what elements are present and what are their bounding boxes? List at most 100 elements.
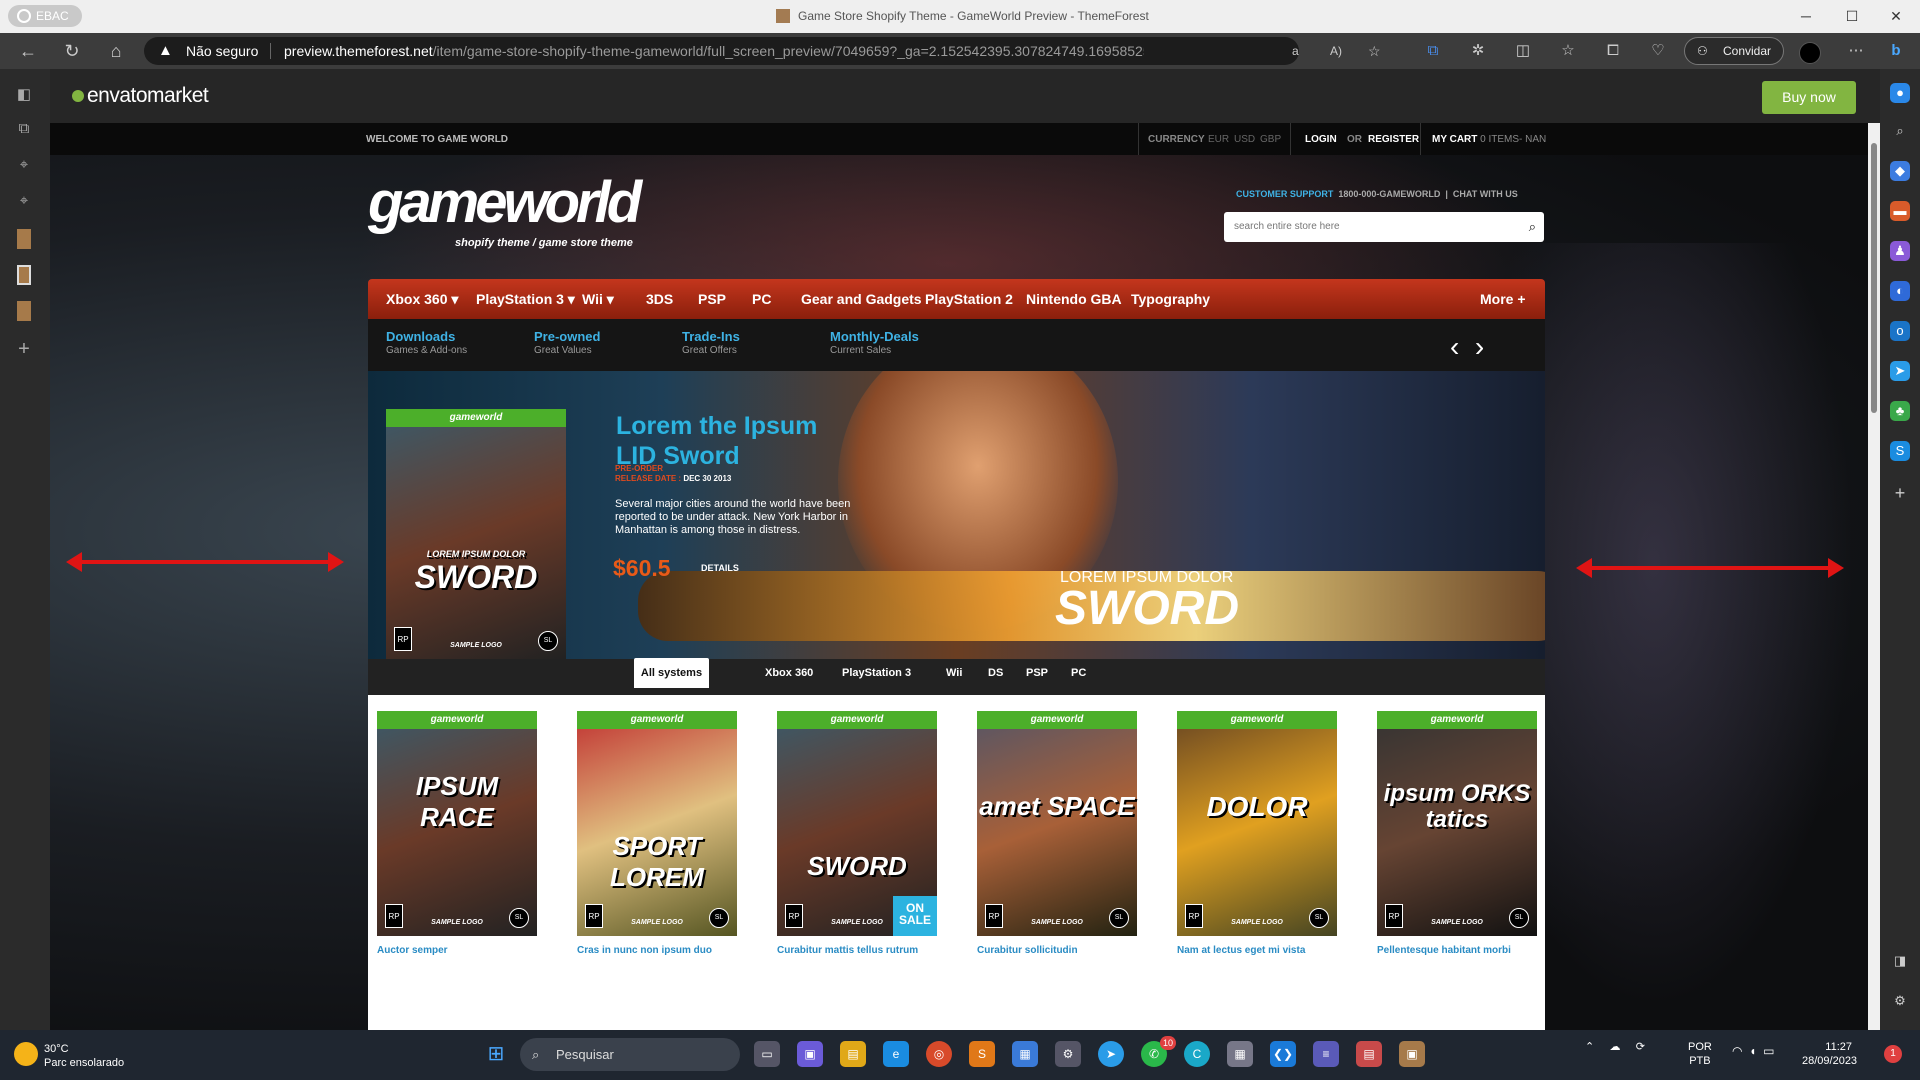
telegram-icon[interactable]: ➤ bbox=[1098, 1041, 1124, 1067]
tab-pc[interactable]: PC bbox=[1071, 667, 1086, 679]
close-icon[interactable]: ✕ bbox=[1876, 4, 1916, 28]
product-title[interactable]: Curabitur sollicitudin bbox=[977, 945, 1137, 956]
subnav-downloads[interactable]: Downloads Games & Add-ons bbox=[386, 329, 467, 356]
hero-box-art[interactable]: gameworld LOREM IPSUM DOLOR SWORD RP SAM… bbox=[386, 409, 566, 659]
chrome-icon[interactable]: ◎ bbox=[926, 1041, 952, 1067]
home-icon[interactable]: ⌂ bbox=[102, 38, 130, 64]
search-icon[interactable]: ⌕ bbox=[1890, 121, 1910, 141]
sidebar-settings-icon[interactable]: ⚙ bbox=[1890, 991, 1910, 1011]
nav-psp[interactable]: PSP bbox=[698, 291, 726, 307]
minimize-icon[interactable]: ─ bbox=[1786, 4, 1826, 28]
product-title[interactable]: Pellentesque habitant morbi bbox=[1377, 945, 1537, 956]
login-link[interactable]: LOGIN bbox=[1305, 134, 1337, 145]
cortana-icon[interactable]: C bbox=[1184, 1041, 1210, 1067]
tools-icon[interactable]: ▬ bbox=[1890, 201, 1910, 221]
wifi-icon[interactable]: ◠ bbox=[1732, 1044, 1742, 1058]
shopping-tag-icon[interactable]: ◆ bbox=[1890, 161, 1910, 181]
app-icon-2[interactable]: ≡ bbox=[1313, 1041, 1339, 1067]
clock[interactable]: 11:27 28/09/2023 bbox=[1802, 1040, 1857, 1068]
currency-usd[interactable]: USD bbox=[1234, 134, 1255, 145]
tab-ds[interactable]: DS bbox=[988, 667, 1003, 679]
nav-wii[interactable]: Wii ▾ bbox=[582, 291, 614, 308]
file-explorer-icon[interactable]: ▤ bbox=[840, 1041, 866, 1067]
tray-icons[interactable]: ◠ ◖ ▭ bbox=[1732, 1044, 1774, 1058]
scrollbar-thumb[interactable] bbox=[1871, 143, 1877, 413]
app-icon-3[interactable]: ▤ bbox=[1356, 1041, 1382, 1067]
tab-icon-5[interactable] bbox=[17, 301, 31, 321]
nav-gear-gadgets[interactable]: Gear and Gadgets bbox=[801, 291, 922, 307]
hero-title[interactable]: Lorem the Ipsum LID Sword bbox=[616, 411, 856, 471]
show-hidden-icon[interactable]: ⌃ bbox=[1585, 1041, 1594, 1053]
slider-prev-icon[interactable]: ‹ bbox=[1450, 331, 1459, 362]
send-icon[interactable]: ➤ bbox=[1890, 361, 1910, 381]
currency-eur[interactable]: EUR bbox=[1208, 134, 1229, 145]
favorites-icon[interactable]: ☆ bbox=[1555, 39, 1581, 63]
tab-xbox360[interactable]: Xbox 360 bbox=[765, 667, 813, 679]
maximize-icon[interactable]: ☐ bbox=[1832, 4, 1872, 28]
register-link[interactable]: REGISTER bbox=[1368, 134, 1419, 145]
subnav-monthly-deals[interactable]: Monthly-Deals Current Sales bbox=[830, 329, 919, 356]
product-card[interactable]: gameworld DOLOR RP SAMPLE LOGO SL bbox=[1177, 711, 1337, 936]
cart-link[interactable]: MY CART 0 ITEMS- NAN bbox=[1432, 134, 1546, 145]
nav-pc[interactable]: PC bbox=[752, 291, 771, 307]
sync-icon[interactable]: ⟳ bbox=[1636, 1041, 1645, 1053]
skype-icon[interactable]: S bbox=[1890, 441, 1910, 461]
envato-logo[interactable]: envatomarket bbox=[72, 84, 209, 108]
nav-typography[interactable]: Typography bbox=[1131, 291, 1210, 307]
tab-icon-1[interactable]: ⌖ bbox=[14, 155, 34, 175]
tab-all-systems[interactable]: All systems bbox=[634, 658, 709, 688]
product-card[interactable]: gameworld SPORT LOREM RP SAMPLE LOGO SL bbox=[577, 711, 737, 936]
extensions-icon[interactable]: ✲ bbox=[1465, 39, 1491, 63]
product-title[interactable]: Curabitur mattis tellus rutrum bbox=[777, 945, 937, 956]
teams-icon[interactable]: ▣ bbox=[797, 1041, 823, 1067]
gameworld-logo[interactable]: gameworld bbox=[368, 169, 642, 236]
tab-wii[interactable]: Wii bbox=[946, 667, 962, 679]
search-icon[interactable]: ⌕ bbox=[1529, 212, 1536, 242]
nav-more[interactable]: More + bbox=[1480, 291, 1526, 307]
translate-icon[interactable]: ⧉ bbox=[1420, 39, 1446, 63]
sublime-icon[interactable]: S bbox=[969, 1041, 995, 1067]
app-icon[interactable]: ⚙ bbox=[1055, 1041, 1081, 1067]
product-title[interactable]: Auctor semper bbox=[377, 945, 537, 956]
store-search-input[interactable]: search entire store here ⌕ bbox=[1224, 212, 1544, 242]
copilot-icon[interactable]: ◐ bbox=[1890, 281, 1910, 301]
buy-now-button[interactable]: Buy now bbox=[1762, 81, 1856, 114]
app-icon-4[interactable]: ▣ bbox=[1399, 1041, 1425, 1067]
workspaces-icon[interactable]: ⧉ bbox=[14, 119, 34, 139]
vscode-icon[interactable]: ❮❯ bbox=[1270, 1041, 1296, 1067]
new-tab-icon[interactable]: + bbox=[14, 339, 34, 359]
games-icon[interactable]: ♟ bbox=[1890, 241, 1910, 261]
tab-playstation3[interactable]: PlayStation 3 bbox=[842, 667, 911, 679]
account-avatar[interactable] bbox=[1799, 42, 1821, 64]
onedrive-icon[interactable]: ☁ bbox=[1610, 1041, 1621, 1053]
outlook-icon[interactable]: o bbox=[1890, 321, 1910, 341]
nav-3ds[interactable]: 3DS bbox=[646, 291, 673, 307]
address-bar[interactable]: ▲ Não seguro preview.themeforest.net/ite… bbox=[144, 37, 1381, 86]
product-card[interactable]: gameworld ipsum ORKS tatics RP SAMPLE LOG… bbox=[1377, 711, 1537, 936]
tab-icon-active[interactable] bbox=[17, 265, 31, 285]
tab-psp[interactable]: PSP bbox=[1026, 667, 1048, 679]
nav-xbox360[interactable]: Xbox 360 ▾ bbox=[386, 291, 458, 308]
weather-widget[interactable]: 30°C Parc ensolarado bbox=[14, 1042, 124, 1070]
language-indicator[interactable]: POR PTB bbox=[1688, 1040, 1712, 1068]
currency-gbp[interactable]: GBP bbox=[1260, 134, 1281, 145]
product-card[interactable]: gameworld amet SPACE RP SAMPLE LOGO SL bbox=[977, 711, 1137, 936]
favorite-star-icon[interactable]: ☆ bbox=[1368, 37, 1381, 65]
product-title[interactable]: Nam at lectus eget mi vista bbox=[1177, 945, 1337, 956]
reader-icon[interactable]: A) bbox=[1330, 37, 1342, 65]
tab-icon-3[interactable] bbox=[17, 229, 31, 249]
details-link[interactable]: DETAILS bbox=[701, 563, 739, 573]
subnav-tradeins[interactable]: Trade-Ins Great Offers bbox=[682, 329, 740, 356]
battery-icon[interactable]: ▭ bbox=[1763, 1044, 1774, 1058]
refresh-icon[interactable]: ↻ bbox=[58, 38, 86, 64]
more-menu-icon[interactable]: ⋯ bbox=[1843, 39, 1869, 63]
subnav-preowned[interactable]: Pre-owned Great Values bbox=[534, 329, 600, 356]
convidar-button[interactable]: ⚇ Convidar bbox=[1684, 37, 1784, 65]
tab-actions-icon[interactable]: ◧ bbox=[14, 85, 34, 105]
scrollbar[interactable] bbox=[1868, 123, 1880, 1030]
edge-icon[interactable]: e bbox=[883, 1041, 909, 1067]
profile-button[interactable]: EBAC bbox=[8, 5, 82, 27]
bell-icon[interactable]: ● bbox=[1890, 83, 1910, 103]
tree-icon[interactable]: ♣ bbox=[1890, 401, 1910, 421]
product-card[interactable]: gameworld SWORD RP SAMPLE LOGO ON SALE bbox=[777, 711, 937, 936]
